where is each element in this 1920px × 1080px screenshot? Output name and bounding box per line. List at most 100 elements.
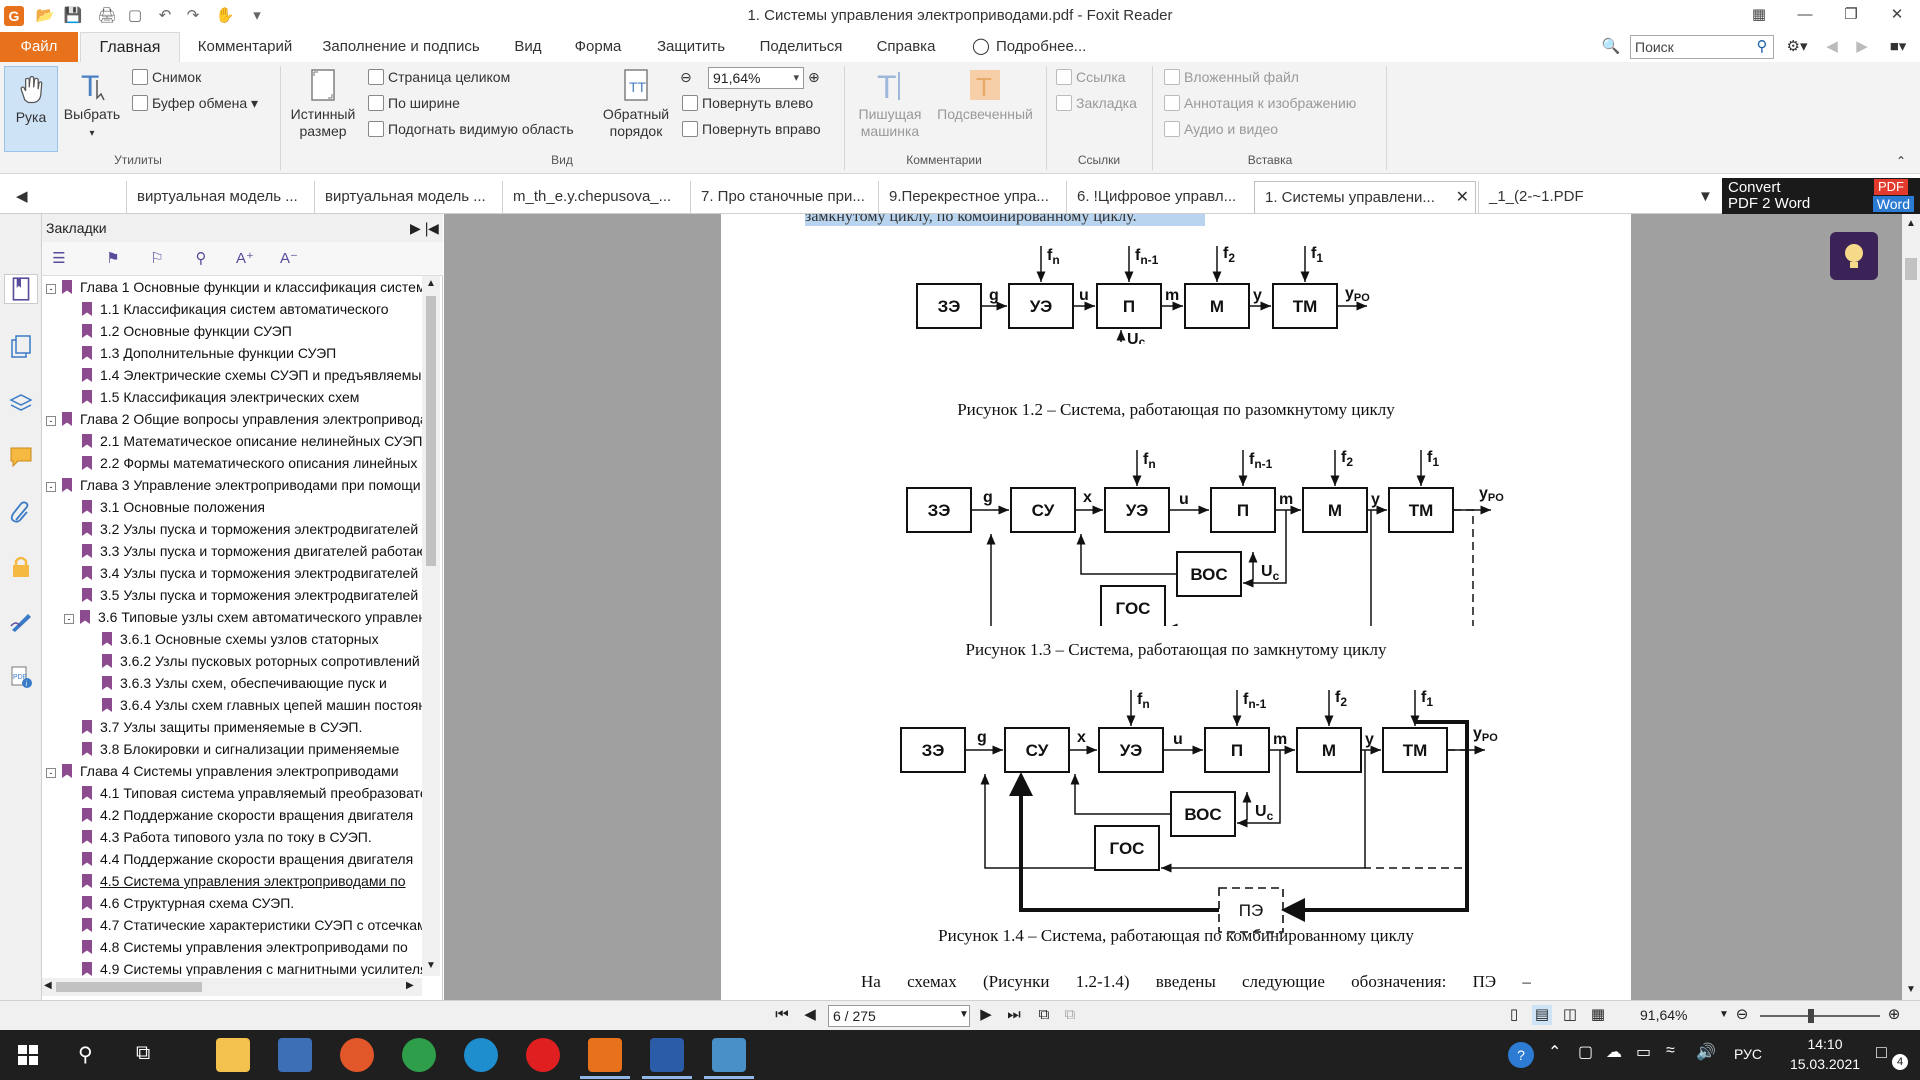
delete-bookmark-icon[interactable]: ⚐	[146, 249, 168, 269]
onedrive-icon[interactable]: ☁	[1606, 1042, 1622, 1062]
bookmarks-vertical-scrollbar[interactable]: ▲ ▼	[422, 276, 440, 976]
close-tab-icon[interactable]: ✕	[1456, 182, 1469, 213]
network-icon[interactable]: ≈	[1666, 1042, 1675, 1060]
rotate-left-button[interactable]: Повернуть влево	[682, 92, 813, 114]
scroll-up-icon[interactable]: ▲	[1906, 218, 1916, 229]
bookmark-item[interactable]: 4.8 Системы управления электроприводами …	[82, 936, 408, 958]
doc-tab[interactable]: _1_(2-~1.PDF	[1478, 181, 1678, 213]
rotate-right-button[interactable]: Повернуть вправо	[682, 118, 821, 140]
bookmark-item[interactable]: - Глава 4 Системы управления электроприво…	[46, 760, 399, 782]
bookmarks-horizontal-scrollbar[interactable]: ◀ ▶	[42, 978, 422, 996]
bookmark-item[interactable]: 3.8 Блокировки и сигнализации применяемы…	[82, 738, 399, 760]
single-page-view-icon[interactable]: ▯	[1504, 1005, 1524, 1025]
back-icon[interactable]: ◀	[1822, 32, 1842, 62]
bookmark-item[interactable]: 3.3 Узлы пуска и торможения двигателей р…	[82, 540, 422, 562]
word-icon[interactable]	[650, 1038, 684, 1072]
scroll-thumb[interactable]	[56, 982, 202, 992]
attachments-panel-icon[interactable]	[8, 500, 34, 526]
continuous-view-icon[interactable]: ▤	[1532, 1005, 1552, 1025]
minimize-button[interactable]: —	[1782, 0, 1828, 32]
ribbon-display-icon[interactable]: ▦	[1736, 0, 1782, 32]
previous-page-icon[interactable]: ◀	[800, 1005, 820, 1025]
audio-video-button[interactable]: Аудио и видео	[1164, 118, 1278, 140]
next-page-icon[interactable]: ▶	[976, 1005, 996, 1025]
bookmark-item[interactable]: 1.5 Классификация электрических схем	[82, 386, 359, 408]
pages-panel-icon[interactable]	[8, 334, 34, 360]
photos-icon[interactable]	[712, 1038, 746, 1072]
foxit-reader-icon[interactable]	[588, 1038, 622, 1072]
tab-protect[interactable]: Защитить	[646, 32, 736, 62]
bookmark-item[interactable]: - Глава 3 Управление электроприводами при…	[46, 474, 421, 496]
scroll-left-icon[interactable]: ◀	[44, 980, 52, 991]
clipboard-button[interactable]: Буфер обмена ▾	[132, 92, 258, 114]
continuous-facing-view-icon[interactable]: ▦	[1588, 1005, 1608, 1025]
task-view-icon[interactable]: ⧉	[136, 1042, 150, 1065]
file-explorer-icon[interactable]	[216, 1038, 250, 1072]
bookmarks-panel-icon[interactable]	[4, 274, 38, 304]
tabs-scroll-left-icon[interactable]: ◀	[0, 181, 42, 213]
bookmark-item[interactable]: 2.1 Математическое описание нелинейных С…	[82, 430, 422, 452]
bookmark-item[interactable]: 4.5 Система управления электроприводами …	[82, 870, 406, 892]
zoom-out-icon[interactable]: ⊖	[680, 66, 704, 88]
add-bookmark-icon[interactable]: ⚑	[102, 249, 124, 269]
search-icon[interactable]: ⚲	[78, 1042, 93, 1067]
document-vertical-scrollbar[interactable]: ▲ ▼	[1902, 214, 1920, 1000]
collapse-toggle-icon[interactable]: -	[64, 614, 74, 624]
tab-form[interactable]: Форма	[566, 32, 630, 62]
tab-share[interactable]: Поделиться	[752, 32, 850, 62]
highlight-button[interactable]: T Подсвеченный	[932, 66, 1038, 123]
zoom-out-icon[interactable]: ⊖	[1732, 1005, 1752, 1025]
bookmark-item[interactable]: 1.2 Основные функции СУЭП	[82, 320, 292, 342]
select-tool-button[interactable]: T Выбрать ▾	[62, 66, 122, 142]
find-icon[interactable]: 🔍	[1600, 32, 1622, 62]
snapshot-button[interactable]: Снимок	[132, 66, 201, 88]
collapse-panel-icon[interactable]: ◀	[428, 214, 439, 242]
link-button[interactable]: Ссылка	[1056, 66, 1126, 88]
lightbulb-tip-icon[interactable]	[1830, 232, 1878, 280]
firefox-icon[interactable]	[340, 1038, 374, 1072]
bookmark-item[interactable]: 4.2 Поддержание скорости вращения двигат…	[82, 804, 413, 826]
chrome-icon[interactable]	[402, 1038, 436, 1072]
scroll-right-icon[interactable]: ▶	[406, 980, 414, 991]
scroll-down-icon[interactable]: ▼	[426, 960, 436, 971]
comments-panel-icon[interactable]	[8, 444, 34, 470]
tab-fill-sign[interactable]: Заполнение и подпись	[314, 32, 488, 62]
collapse-toggle-icon[interactable]: -	[46, 416, 56, 426]
bookmark-item[interactable]: 3.7 Узлы защиты применяемые в СУЭП.	[82, 716, 362, 738]
input-language[interactable]: РУС	[1734, 1046, 1762, 1062]
increase-font-icon[interactable]: A⁺	[234, 249, 256, 269]
zoom-combo[interactable]: 91,64%	[708, 67, 804, 89]
zoom-in-icon[interactable]: ⊕	[1884, 1005, 1904, 1025]
last-page-icon[interactable]: ⏭	[1004, 1005, 1024, 1025]
decrease-font-icon[interactable]: A⁻	[278, 249, 300, 269]
doc-tab[interactable]: m_th_e.y.chepusova_...	[502, 181, 690, 213]
help-icon[interactable]: ?	[1508, 1042, 1534, 1068]
security-panel-icon[interactable]	[8, 554, 34, 580]
settings-gear-icon[interactable]: ⚙▾	[1782, 32, 1812, 62]
image-annotation-button[interactable]: Аннотация к изображению	[1164, 92, 1356, 114]
bookmark-item[interactable]: -3.6 Типовые узлы схем автоматического у…	[64, 606, 422, 628]
windows-start-icon[interactable]	[18, 1045, 38, 1065]
page-dropdown-icon[interactable]: ▼	[954, 1005, 974, 1025]
user-icon[interactable]: ■▾	[1880, 32, 1916, 62]
scroll-thumb[interactable]	[1905, 258, 1917, 280]
zoom-dropdown-icon[interactable]: ▼	[1714, 1005, 1734, 1025]
bookmark-item[interactable]: 3.5 Узлы пуска и торможения электродвига…	[82, 584, 418, 606]
zoom-level[interactable]: 91,64%	[1640, 1007, 1687, 1023]
bookmark-item[interactable]: 4.6 Структурная схема СУЭП.	[82, 892, 294, 914]
yandex-browser-icon[interactable]	[526, 1038, 560, 1072]
store-icon[interactable]	[278, 1038, 312, 1072]
fit-width-button[interactable]: По ширине	[368, 92, 460, 114]
zoom-slider[interactable]	[1760, 1009, 1880, 1023]
edge-icon[interactable]	[464, 1038, 498, 1072]
doc-tab[interactable]: 6. !Цифровое управл...	[1066, 181, 1254, 213]
doc-tab[interactable]: 7. Про станочные при...	[690, 181, 878, 213]
tab-comment[interactable]: Комментарий	[186, 32, 304, 62]
tab-help[interactable]: Справка	[866, 32, 946, 62]
search-icon[interactable]: ⚲	[1752, 32, 1772, 62]
bookmark-item[interactable]: 4.9 Системы управления с магнитными усил…	[82, 958, 422, 976]
restore-button[interactable]: ❐	[1828, 0, 1874, 32]
tell-me-more[interactable]: Подробнее...	[996, 32, 1102, 62]
bookmark-item[interactable]: 3.6.1 Основные схемы узлов статорных	[102, 628, 379, 650]
next-view-icon[interactable]: ⧉	[1060, 1005, 1080, 1025]
